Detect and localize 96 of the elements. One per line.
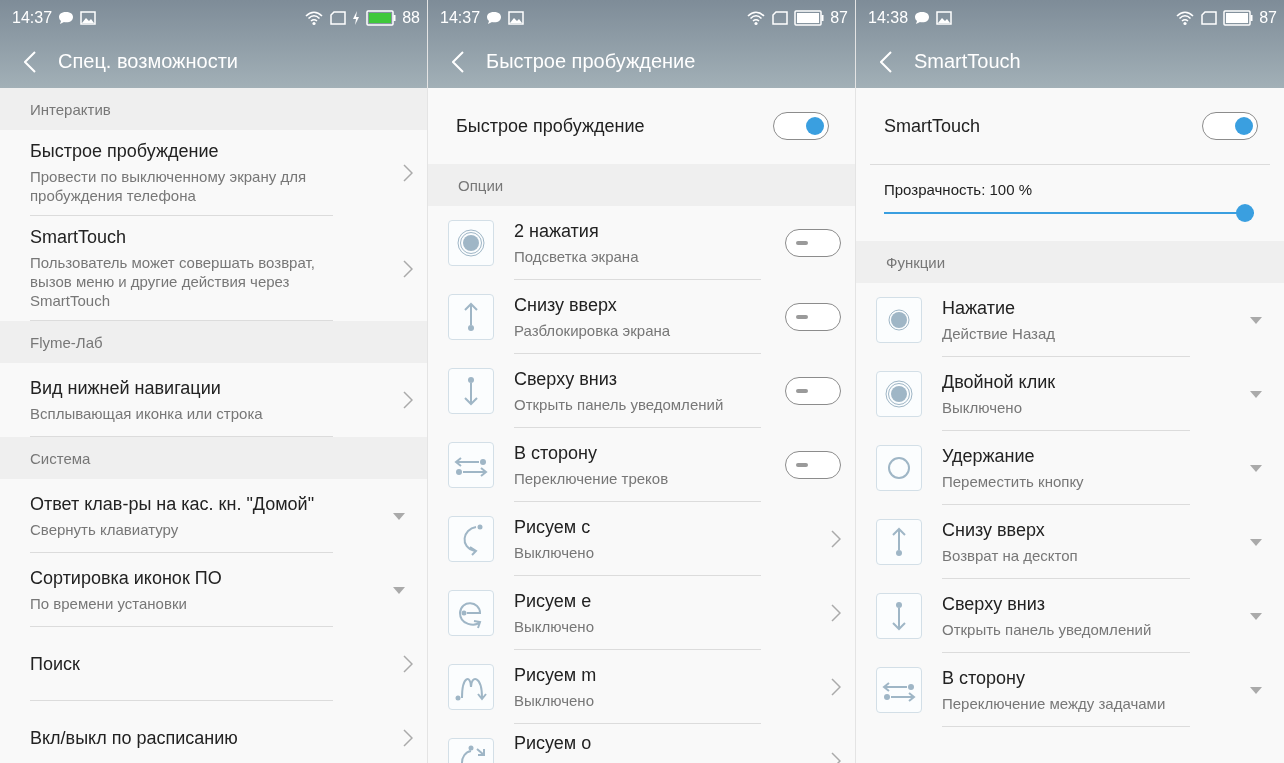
- status-time: 14:37: [440, 8, 481, 27]
- chevron-right-icon: [831, 604, 841, 622]
- screen-title: SmartTouch: [914, 50, 1021, 73]
- setting-description: Свернуть клавиатуру: [30, 519, 180, 539]
- toggle-switch[interactable]: [785, 451, 841, 479]
- slider-thumb[interactable]: [1236, 204, 1254, 222]
- toggle-switch[interactable]: [785, 377, 841, 405]
- image-icon: [80, 10, 97, 25]
- chat-bubble-icon: [486, 10, 503, 25]
- setting-description: По времени установки: [30, 593, 188, 613]
- back-icon[interactable]: [452, 50, 464, 73]
- status-time: 14:37: [12, 8, 53, 27]
- setting-title[interactable]: SmartTouch: [30, 226, 333, 248]
- setting-description: Открыть панель уведомлений: [942, 619, 1153, 639]
- section-header: Функции: [886, 253, 946, 271]
- toggle-switch[interactable]: [1202, 112, 1258, 140]
- slider-label: Прозрачность: 100 %: [884, 181, 1034, 198]
- image-icon: [508, 10, 525, 25]
- back-icon[interactable]: [880, 50, 892, 73]
- setting-title[interactable]: Сортировка иконок ПО: [30, 566, 333, 589]
- side-arrows-icon: [876, 667, 922, 713]
- status-time: 14:38: [868, 8, 909, 27]
- setting-title[interactable]: Быстрое пробуждение: [30, 140, 333, 162]
- setting-title[interactable]: Сверху вниз: [514, 367, 761, 390]
- image-icon: [936, 10, 953, 25]
- chevron-right-icon: [403, 164, 413, 182]
- dropdown-caret-icon: [393, 512, 405, 520]
- setting-description: Переместить кнопку: [942, 471, 1085, 491]
- dropdown-caret-icon: [1250, 538, 1262, 546]
- setting-description: Подсветка экрана: [514, 246, 640, 266]
- side-arrows-icon: [448, 442, 494, 488]
- setting-title[interactable]: Рисуем c: [514, 515, 761, 538]
- setting-title[interactable]: Ответ клав-ры на кас. кн. "Домой": [30, 492, 333, 515]
- chat-bubble-icon: [914, 10, 931, 25]
- screen-title: Спец. возможности: [58, 50, 238, 73]
- dropdown-caret-icon: [1250, 464, 1262, 472]
- charging-bolt-icon: [352, 10, 361, 25]
- setting-description: Провести по выключенному экрану для пробуждения телефона: [30, 167, 307, 205]
- section-header: Flyme-Лаб: [30, 333, 103, 351]
- setting-title[interactable]: Двойной клик: [942, 370, 1190, 393]
- chevron-right-icon: [403, 655, 413, 673]
- chevron-right-icon: [403, 259, 413, 278]
- chevron-right-icon: [831, 530, 841, 548]
- setting-title[interactable]: Удержание: [942, 444, 1190, 467]
- setting-description: Всплывающая иконка или строка: [30, 403, 264, 423]
- setting-description: Разблокировка экрана: [514, 320, 672, 340]
- setting-description: Выключено: [514, 542, 595, 562]
- setting-description: Пользователь может совершать возврат, вызов меню и другие действия через SmartTouch: [30, 253, 316, 310]
- sim-card-icon: [1201, 10, 1218, 25]
- setting-description: Выключено: [514, 616, 595, 636]
- section-header: Система: [30, 449, 91, 467]
- setting-description: Возврат на десктоп: [942, 545, 1079, 565]
- battery-percent: 88: [402, 8, 420, 27]
- dropdown-caret-icon: [1250, 390, 1262, 398]
- dropdown-caret-icon: [1250, 316, 1262, 324]
- setting-title[interactable]: Поиск: [30, 652, 333, 675]
- dropdown-caret-icon: [1250, 612, 1262, 620]
- section-header: Опции: [458, 176, 504, 194]
- setting-title[interactable]: Рисуем o: [514, 732, 761, 754]
- setting-description: Выключено: [942, 397, 1023, 417]
- setting-description: Действие Назад: [942, 323, 1057, 343]
- battery-percent: 87: [830, 8, 848, 27]
- chevron-right-icon: [403, 729, 413, 747]
- sim-card-icon: [772, 10, 789, 25]
- toggle-switch[interactable]: [785, 229, 841, 257]
- setting-description: Переключение между задачами: [942, 693, 1167, 713]
- setting-title[interactable]: Рисуем m: [514, 663, 761, 686]
- dropdown-caret-icon: [393, 586, 405, 594]
- battery-percent: 87: [1259, 8, 1277, 27]
- chat-bubble-icon: [58, 10, 75, 25]
- setting-title[interactable]: В сторону: [514, 441, 761, 464]
- setting-title[interactable]: Нажатие: [942, 296, 1190, 319]
- chevron-right-icon: [403, 391, 413, 409]
- toggle-switch[interactable]: [773, 112, 829, 140]
- setting-title: Быстрое пробуждение: [456, 115, 646, 137]
- sim-card-icon: [330, 10, 347, 25]
- setting-title: SmartTouch: [884, 115, 982, 137]
- setting-title[interactable]: Снизу вверх: [514, 293, 761, 316]
- setting-description: Выключено: [514, 690, 595, 710]
- section-header: Интерактив: [30, 100, 111, 118]
- setting-title[interactable]: Рисуем e: [514, 589, 761, 612]
- dropdown-caret-icon: [1250, 686, 1262, 694]
- setting-title[interactable]: 2 нажатия: [514, 219, 761, 242]
- setting-title[interactable]: Сверху вниз: [942, 592, 1190, 615]
- screen-title: Быстрое пробуждение: [486, 50, 696, 73]
- back-icon[interactable]: [24, 50, 36, 73]
- setting-description: Открыть панель уведомлений: [514, 394, 725, 414]
- chevron-right-icon: [831, 678, 841, 696]
- wifi-icon: [746, 9, 767, 26]
- setting-title[interactable]: Вид нижней навигации: [30, 376, 333, 399]
- setting-title[interactable]: Снизу вверх: [942, 518, 1190, 541]
- setting-title[interactable]: Вкл/выкл по расписанию: [30, 726, 333, 749]
- setting-title[interactable]: В сторону: [942, 666, 1190, 689]
- setting-description: Переключение треков: [514, 468, 670, 488]
- toggle-switch[interactable]: [785, 303, 841, 331]
- wifi-icon: [304, 9, 325, 26]
